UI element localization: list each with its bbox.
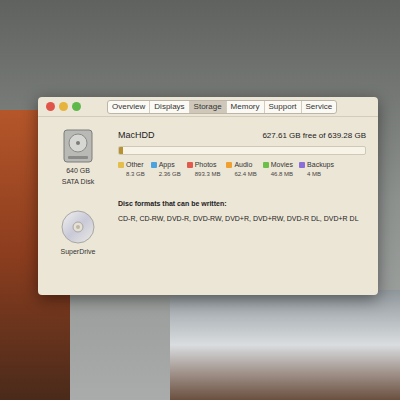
- legend-label: Other: [126, 160, 144, 171]
- disk-capacity: 640 GB: [66, 166, 90, 177]
- legend-size: 893.3 MB: [195, 170, 221, 179]
- tab-bar: OverviewDisplaysStorageMemorySupportServ…: [107, 100, 337, 114]
- legend-label: Photos: [195, 160, 217, 171]
- zoom-button[interactable]: [72, 102, 81, 111]
- close-button[interactable]: [46, 102, 55, 111]
- disk-details: MacHDD 627.61 GB free of 639.28 GB Other8.…: [118, 129, 366, 224]
- desktop: OverviewDisplaysStorageMemorySupportServ…: [0, 0, 400, 400]
- tab[interactable]: Service: [301, 101, 337, 113]
- hard-disk-icon: [63, 129, 93, 163]
- drive-name: SuperDrive: [60, 247, 95, 258]
- legend-label: Apps: [159, 160, 175, 171]
- legend-size: 62.4 MB: [234, 170, 256, 179]
- tab[interactable]: Overview: [108, 101, 149, 113]
- wallpaper-mountains: [170, 290, 400, 400]
- formats-list: CD-R, CD-RW, DVD-R, DVD-RW, DVD+R, DVD+R…: [118, 214, 366, 225]
- legend-label: Backups: [307, 160, 334, 171]
- tab[interactable]: Support: [264, 101, 301, 113]
- about-window: OverviewDisplaysStorageMemorySupportServ…: [38, 97, 378, 295]
- legend-swatch: [299, 162, 305, 168]
- legend-swatch: [187, 162, 193, 168]
- legend-swatch: [151, 162, 157, 168]
- legend-item: Photos893.3 MB: [187, 160, 221, 180]
- disk-row: 640 GBSATA Disk MacHDD 627.61 GB free of 6…: [38, 117, 378, 224]
- title-bar: OverviewDisplaysStorageMemorySupportServ…: [38, 97, 378, 117]
- formats-title: Disc formats that can be written:: [118, 199, 366, 210]
- drive-row: SuperDrive: [38, 224, 378, 270]
- disc-formats: Disc formats that can be written: CD-R, C…: [118, 199, 366, 224]
- legend-swatch: [263, 162, 269, 168]
- legend-swatch: [226, 162, 232, 168]
- legend-size: 46.8 MB: [271, 170, 293, 179]
- usage-fill: [119, 147, 123, 154]
- legend-size: 2.36 GB: [159, 170, 181, 179]
- legend-size: 4 MB: [307, 170, 334, 179]
- legend-item: Backups4 MB: [299, 160, 334, 180]
- legend-size: 8.3 GB: [126, 170, 145, 179]
- legend-swatch: [118, 162, 124, 168]
- tab[interactable]: Memory: [226, 101, 264, 113]
- storage-legend: Other8.3 GBApps2.36 GBPhotos893.3 MBAudi…: [118, 160, 366, 180]
- disk-type: SATA Disk: [62, 177, 94, 188]
- disk-free: 627.61 GB free of 639.28 GB: [262, 130, 366, 142]
- tab[interactable]: Displays: [149, 101, 188, 113]
- disc-icon: [61, 210, 95, 244]
- usage-bar: [118, 146, 366, 155]
- minimize-button[interactable]: [59, 102, 68, 111]
- legend-item: Audio62.4 MB: [226, 160, 256, 180]
- disk-summary: 640 GBSATA Disk: [50, 129, 106, 224]
- legend-label: Audio: [234, 160, 252, 171]
- tab[interactable]: Storage: [189, 101, 226, 113]
- disk-name: MacHDD: [118, 129, 155, 143]
- legend-item: Apps2.36 GB: [151, 160, 181, 180]
- legend-item: Movies46.8 MB: [263, 160, 293, 180]
- legend-label: Movies: [271, 160, 293, 171]
- legend-item: Other8.3 GB: [118, 160, 145, 180]
